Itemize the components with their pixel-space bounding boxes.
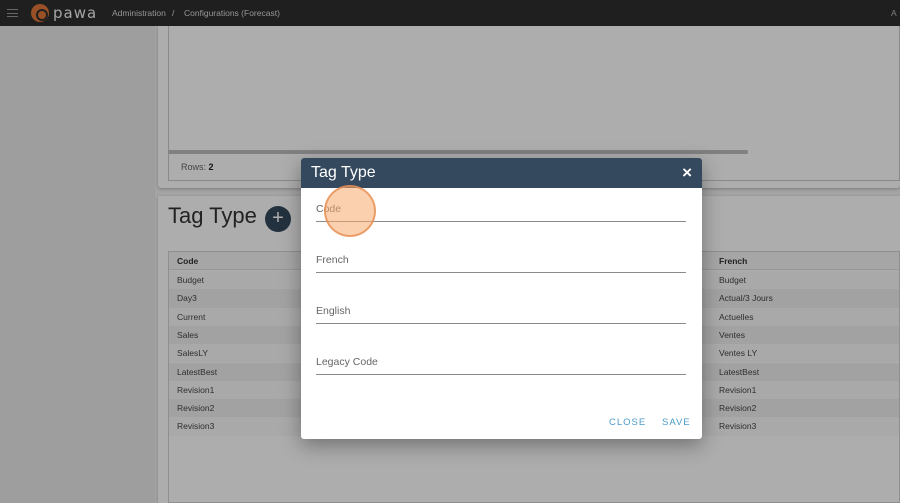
french-input[interactable] [316, 243, 686, 272]
click-highlight [324, 185, 376, 237]
dialog-header: Tag Type × [301, 158, 702, 188]
close-button[interactable]: CLOSE [609, 417, 646, 428]
save-button[interactable]: SAVE [662, 417, 691, 428]
close-icon[interactable]: × [682, 163, 692, 183]
legacy-code-field[interactable]: Legacy Code [316, 345, 686, 375]
legacy-code-input[interactable] [316, 345, 686, 374]
dialog-title: Tag Type [311, 164, 376, 181]
english-field[interactable]: English [316, 294, 686, 324]
french-field[interactable]: French [316, 243, 686, 273]
english-input[interactable] [316, 294, 686, 323]
